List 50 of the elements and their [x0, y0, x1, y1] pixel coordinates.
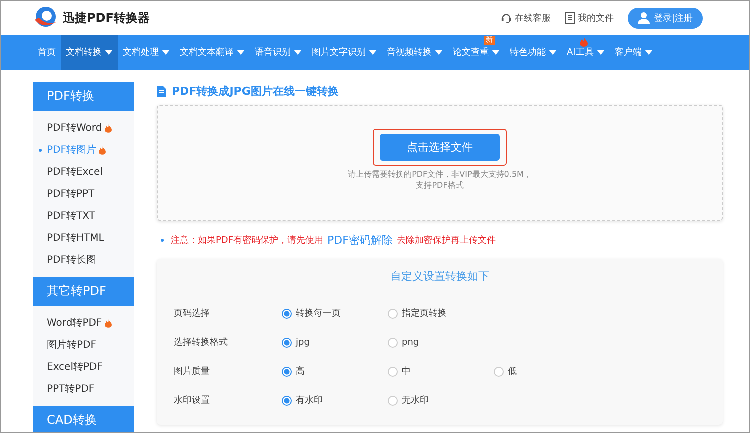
sidebar-item[interactable]: PDF转Excel: [33, 161, 134, 183]
sidebar-item[interactable]: 图片转PDF: [33, 334, 134, 356]
radio-button[interactable]: [282, 366, 292, 376]
upload-hint: 请上传需要转换的PDF文件，非VIP最大支持0.5M， 支持PDF格式: [348, 169, 532, 191]
radio-button[interactable]: [282, 396, 292, 406]
sidebar-item[interactable]: PDF转PPT: [33, 183, 134, 205]
document-icon: [564, 12, 575, 24]
radio-button[interactable]: [388, 396, 398, 406]
sidebar-heading: CAD转换: [33, 406, 134, 432]
sidebar-heading: 其它转PDF: [33, 277, 134, 306]
sidebar-heading: PDF转换: [33, 82, 134, 111]
header-link[interactable]: 在线客服: [500, 12, 551, 24]
radio-option[interactable]: 有水印: [282, 394, 388, 407]
headset-icon: [500, 12, 512, 24]
logo-icon: [33, 6, 59, 30]
radio-option[interactable]: jpg: [282, 338, 388, 348]
radio-button[interactable]: [282, 338, 292, 348]
sidebar-item[interactable]: Excel转PDF: [33, 356, 134, 378]
radio-option[interactable]: 低: [494, 365, 600, 378]
user-icon: [638, 12, 650, 24]
settings-title: 自定义设置转换如下: [390, 269, 490, 284]
sidebar-item[interactable]: Word转PDF: [33, 312, 134, 334]
sidebar-item[interactable]: PDF转Word: [33, 117, 134, 139]
setting-label: 图片质量: [174, 366, 211, 378]
radio-option[interactable]: 中: [388, 365, 494, 378]
upload-area[interactable]: 点击选择文件 请上传需要转换的PDF文件，非VIP最大支持0.5M， 支持PDF格式: [157, 105, 723, 221]
sidebar-item[interactable]: PDF转长图: [33, 249, 134, 271]
setting-label: 选择转换格式: [174, 336, 229, 349]
radio-button[interactable]: [388, 338, 398, 348]
radio-option[interactable]: 高: [282, 365, 388, 378]
radio-button[interactable]: [388, 366, 398, 376]
radio-option[interactable]: 指定页转换: [388, 307, 494, 320]
radio-option[interactable]: 转换每一页: [282, 307, 388, 320]
brand-name: 迅捷PDF转换器: [63, 10, 150, 26]
radio-button[interactable]: [282, 308, 292, 318]
radio-button[interactable]: [388, 308, 398, 318]
setting-label: 页码选择: [174, 308, 211, 320]
document-icon: [157, 86, 166, 96]
radio-button[interactable]: [494, 366, 504, 376]
radio-option[interactable]: png: [388, 338, 494, 348]
header-link[interactable]: 我的文件: [564, 12, 614, 24]
setting-label: 水印设置: [174, 394, 211, 407]
sidebar-item[interactable]: PDF转HTML: [33, 227, 134, 249]
nav-tab[interactable]: 文档转换: [61, 35, 118, 70]
notice-text: 注意：如果PDF有密码保护，请先使用: [171, 234, 324, 246]
sidebar-item[interactable]: PDF转TXT: [33, 205, 134, 227]
notice-text: 去除加密保护再上传文件: [396, 234, 496, 246]
radio-option[interactable]: 无水印: [388, 394, 494, 407]
sidebar-item[interactable]: PPT转PDF: [33, 378, 134, 400]
page-title: PDF转换成JPG图片在线一键转换: [172, 84, 339, 98]
